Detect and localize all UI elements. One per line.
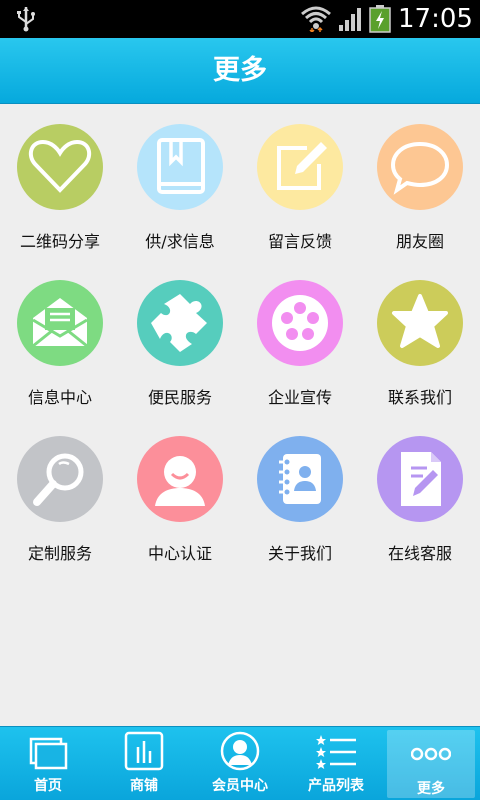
grid-item-supply-demand[interactable]: 供/求信息	[120, 104, 240, 260]
grid-item-qr-share[interactable]: 二维码分享	[0, 104, 120, 260]
user-face-icon	[137, 436, 223, 522]
tab-product-list[interactable]: 产品列表	[288, 727, 384, 800]
grid-item-public-service[interactable]: 便民服务	[120, 260, 240, 416]
speech-bubble-icon	[377, 124, 463, 210]
grid-item-about-us[interactable]: 关于我们	[240, 416, 360, 572]
grid-item-custom-service[interactable]: 定制服务	[0, 416, 120, 572]
battery-charging-icon	[369, 5, 391, 33]
grid-item-label: 朋友圈	[395, 232, 444, 251]
contact-book-icon	[257, 436, 343, 522]
grid-item-label: 留言反馈	[267, 232, 332, 251]
tab-label: 首页	[34, 778, 62, 794]
clock: 17:05	[398, 4, 473, 34]
member-avatar-icon	[220, 731, 260, 771]
tab-member-center[interactable]: 会员中心	[192, 727, 288, 800]
grid-item-label: 供/求信息	[145, 232, 215, 251]
grid-item-friends-circle[interactable]: 朋友圈	[360, 104, 480, 260]
film-reel-icon	[257, 280, 343, 366]
grid-item-label: 联系我们	[387, 388, 452, 407]
star-icon	[377, 280, 463, 366]
grid-item-contact-us[interactable]: 联系我们	[360, 260, 480, 416]
header-bar: 更多	[0, 38, 480, 104]
grid-item-label: 关于我们	[267, 544, 332, 563]
tab-label: 商铺	[130, 778, 158, 794]
tab-more[interactable]: 更多	[387, 730, 475, 798]
wifi-icon	[301, 6, 331, 32]
tab-label: 更多	[417, 781, 445, 797]
bottom-tab-bar: 首页 商铺 会员中心 产品列表 更多	[0, 726, 480, 800]
grid-item-feedback[interactable]: 留言反馈	[240, 104, 360, 260]
tab-label: 产品列表	[308, 778, 364, 794]
star-list-icon	[316, 735, 356, 769]
grid-item-label: 在线客服	[387, 544, 452, 563]
heart-icon	[17, 124, 103, 210]
usb-icon	[17, 7, 35, 32]
more-dots-icon	[411, 747, 451, 761]
book-icon	[137, 124, 223, 210]
tab-home[interactable]: 首页	[0, 727, 96, 800]
grid-item-label: 定制服务	[27, 544, 92, 563]
grid-item-online-support[interactable]: 在线客服	[360, 416, 480, 572]
edit-icon	[257, 124, 343, 210]
feature-grid: 二维码分享 供/求信息 留言反馈 朋友圈 信息中心 便民服务 企业宣传 联系我们…	[0, 104, 480, 724]
tab-label: 会员中心	[212, 778, 268, 794]
envelope-icon	[17, 280, 103, 366]
status-bar: 17:05	[0, 0, 480, 38]
document-edit-icon	[377, 436, 463, 522]
puzzle-icon	[137, 280, 223, 366]
shop-bars-icon	[124, 731, 164, 771]
magnifier-icon	[17, 436, 103, 522]
signal-icon	[339, 8, 361, 31]
grid-item-promotion[interactable]: 企业宣传	[240, 260, 360, 416]
grid-item-label: 中心认证	[147, 544, 212, 563]
grid-item-label: 信息中心	[27, 388, 92, 407]
grid-item-certification[interactable]: 中心认证	[120, 416, 240, 572]
grid-item-label: 企业宣传	[267, 388, 332, 407]
page-title: 更多	[213, 55, 267, 86]
tab-shop[interactable]: 商铺	[96, 727, 192, 800]
grid-item-label: 便民服务	[147, 388, 212, 407]
grid-item-message-center[interactable]: 信息中心	[0, 260, 120, 416]
home-windows-icon	[29, 737, 68, 770]
grid-item-label: 二维码分享	[19, 232, 100, 251]
